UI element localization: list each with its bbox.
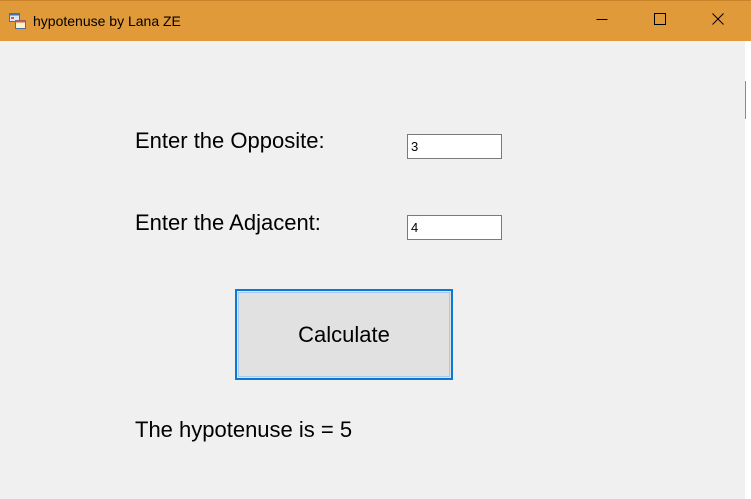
opposite-input[interactable]: 3 — [407, 134, 502, 159]
app-window: hypotenuse by Lana ZE Enter the Opposite… — [0, 0, 751, 499]
app-icon[interactable] — [9, 13, 26, 30]
minimize-icon — [596, 12, 608, 30]
title-bar[interactable]: hypotenuse by Lana ZE — [0, 0, 751, 41]
calculate-button[interactable]: Calculate — [235, 289, 453, 380]
maximize-button[interactable] — [631, 1, 689, 41]
window-title: hypotenuse by Lana ZE — [33, 13, 181, 29]
result-text: The hypotenuse is = 5 — [135, 417, 353, 442]
adjacent-label: Enter the Adjacent: — [135, 210, 321, 235]
calculate-button-label: Calculate — [298, 321, 390, 347]
adjacent-input[interactable]: 4 — [407, 215, 502, 240]
close-button[interactable] — [689, 1, 747, 41]
opposite-label: Enter the Opposite: — [135, 128, 325, 153]
edge-divider — [745, 81, 746, 119]
window-edge — [745, 41, 751, 499]
close-icon — [712, 12, 724, 30]
minimize-button[interactable] — [573, 1, 631, 41]
maximize-icon — [654, 12, 666, 30]
